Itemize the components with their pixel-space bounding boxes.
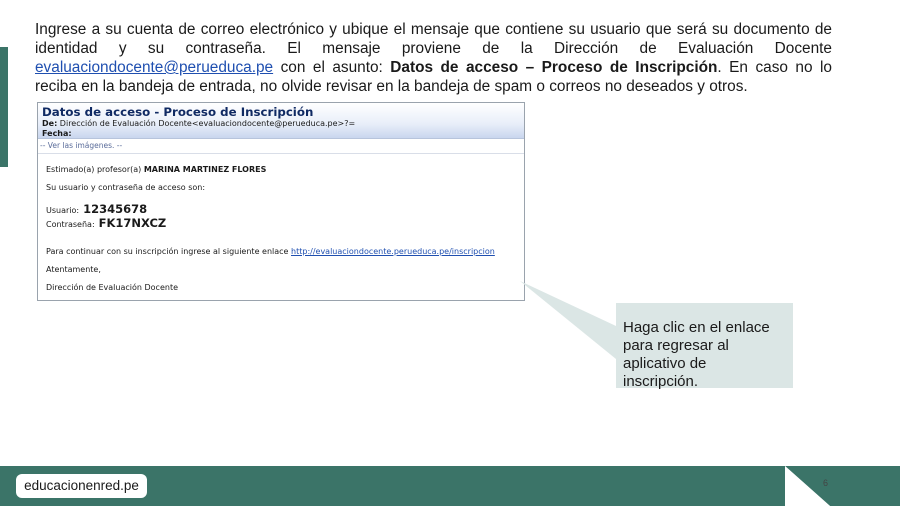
footer-chevron (785, 466, 900, 506)
site-logo[interactable]: educacionenred.pe (16, 474, 147, 498)
page-number: 6 (823, 478, 829, 488)
